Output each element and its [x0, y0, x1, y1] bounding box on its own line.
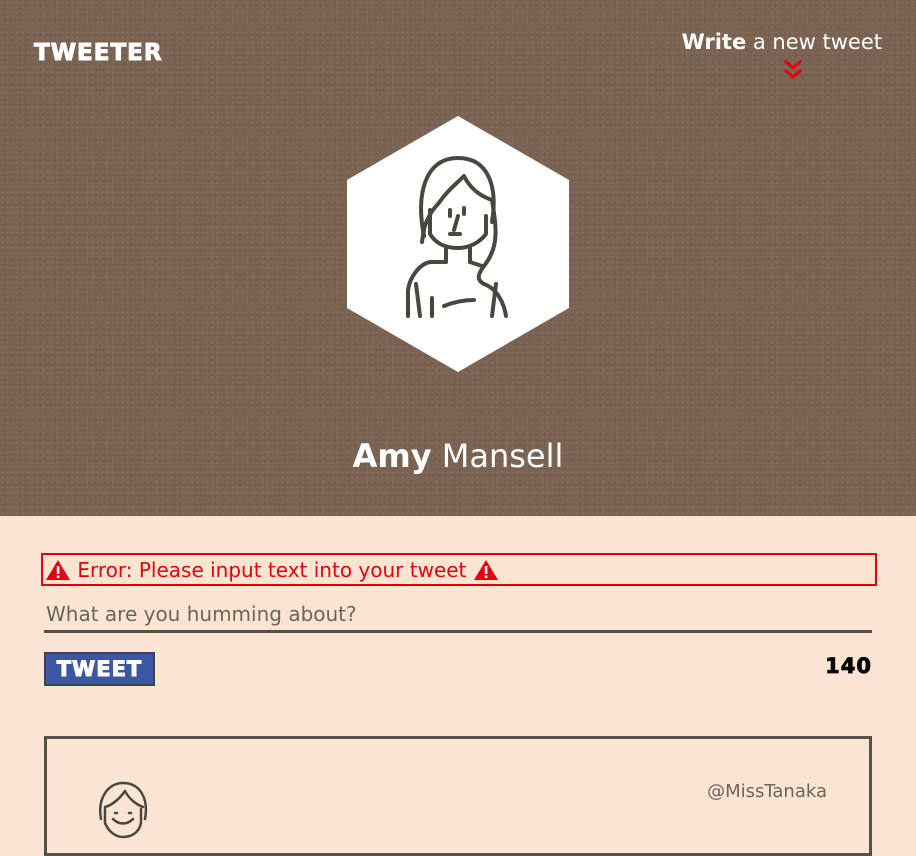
- profile-header: TWEETER Write a new tweet Amy Mansell: [0, 0, 916, 516]
- smiling-avatar-icon: [98, 781, 148, 839]
- profile-name: Amy Mansell: [0, 434, 916, 478]
- profile-first-name: Amy: [352, 437, 432, 475]
- profile-last-name: Mansell: [431, 437, 564, 475]
- warning-triangle-icon: [473, 560, 498, 580]
- double-chevron-down-icon[interactable]: [782, 58, 804, 82]
- tweet-card: @MissTanaka: [44, 736, 872, 856]
- write-link-strong: Write: [681, 30, 747, 54]
- warning-triangle-icon: [46, 560, 70, 580]
- write-link-rest: a new tweet: [746, 30, 882, 54]
- profile-avatar: [347, 116, 569, 372]
- tweet-button[interactable]: TWEET: [44, 652, 155, 686]
- error-text: Error: Please input text into your tweet: [71, 558, 473, 582]
- brand-logo[interactable]: TWEETER: [34, 40, 163, 67]
- tweet-input[interactable]: [44, 597, 872, 633]
- tweet-handle[interactable]: @MissTanaka: [707, 781, 827, 802]
- character-counter: 140: [825, 654, 872, 679]
- write-new-tweet-link[interactable]: Write a new tweet: [682, 30, 882, 54]
- error-message: Error: Please input text into your tweet: [41, 553, 877, 586]
